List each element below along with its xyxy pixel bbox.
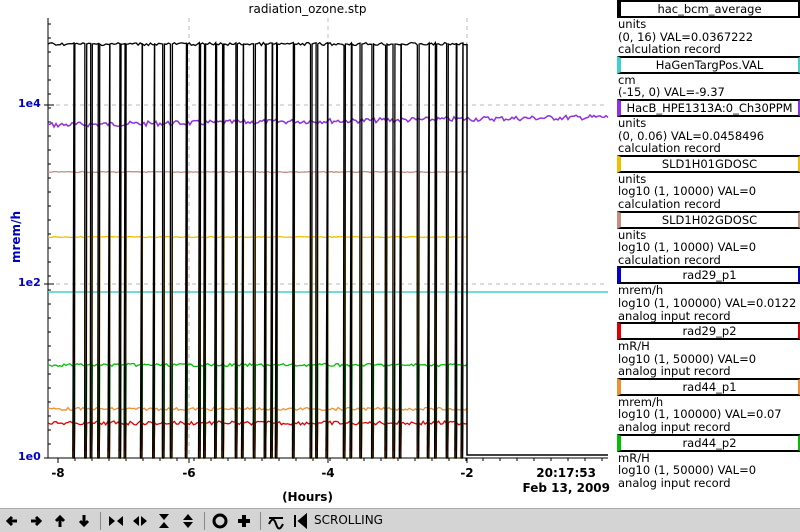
legend-trace-name[interactable]: rad44_p2 <box>617 433 800 452</box>
legend-entry[interactable]: hac_bcm_average units (0, 16) VAL=0.036722… <box>615 0 800 56</box>
x-tick-label: -6 <box>182 466 196 480</box>
plot-area[interactable]: radiation_ozone.stp mrem/h 1e4 1e2 1e0 -… <box>0 0 615 508</box>
legend-detail-line: analog input record <box>618 364 731 379</box>
legend-entry[interactable]: HacB_HPE1313A:0_Ch30PPM units (0, 0.06) VA… <box>615 98 800 156</box>
toolbar-separator <box>260 512 261 530</box>
trace-hac-bcm-average-tail <box>466 44 608 456</box>
zoom-in-x-icon[interactable] <box>107 512 125 530</box>
plot-title: radiation_ozone.stp <box>248 2 367 16</box>
arrow-right-icon[interactable] <box>27 512 45 530</box>
x-tick-label: -4 <box>321 466 335 480</box>
trace-rad29-p2 <box>47 419 468 451</box>
legend-trace-name[interactable]: rad29_p1 <box>617 266 800 285</box>
x-tick-label: -2 <box>460 466 474 480</box>
y-tick-label: 1e0 <box>18 450 41 463</box>
legend-trace-name[interactable]: hac_bcm_average <box>617 0 800 18</box>
legend-detail-line: log10 (1, 10000) VAL=0 <box>618 240 757 255</box>
trace-sld1h01gdosc <box>47 235 468 459</box>
legend-trace-name[interactable]: SLD1H01GDOSC <box>617 154 800 173</box>
toolbar: SCROLLING <box>0 508 800 532</box>
zoom-out-x-icon[interactable] <box>131 512 149 530</box>
y-axis-label: mrem/h <box>9 211 23 263</box>
auto-scale-icon[interactable] <box>211 512 229 530</box>
x-axis-label: (Hours) <box>282 490 333 504</box>
config-icon[interactable] <box>267 512 285 530</box>
trace-rad44-p2 <box>47 361 468 441</box>
legend-detail-line: mR/H <box>618 339 650 354</box>
trace-rad44-p1 <box>47 406 468 459</box>
legend-entry[interactable]: SLD1H01GDOSC units log10 (1, 10000) VAL=0 c… <box>615 154 800 211</box>
legend-detail-line: units <box>618 17 647 31</box>
x-tick-label: -8 <box>51 466 65 480</box>
legend-entry[interactable]: SLD1H02GDOSC units log10 (1, 10000) VAL=0 c… <box>615 210 800 267</box>
y-tick-label: 1e2 <box>18 276 41 289</box>
timestamp-time: 20:17:53 <box>536 466 596 480</box>
legend-entry[interactable]: HaGenTargPos.VAL cm (-15, 0) VAL=-9.37 <box>615 55 800 100</box>
legend-detail-line: (-15, 0) VAL=-9.37 <box>618 85 725 100</box>
crosshair-icon[interactable] <box>235 512 253 530</box>
legend-detail-line: calculation record <box>618 196 721 211</box>
legend-trace-name[interactable]: rad29_p2 <box>617 322 800 341</box>
legend-detail-line: analog input record <box>618 475 731 490</box>
legend-panel: hac_bcm_average units (0, 16) VAL=0.036722… <box>615 0 800 508</box>
toolbar-separator <box>100 512 101 530</box>
y-tick-label: 1e4 <box>18 97 41 110</box>
legend-detail-line: log10 (1, 100000) VAL=0.0122 <box>618 295 797 310</box>
toolbar-separator <box>204 512 205 530</box>
zoom-out-y-icon[interactable] <box>179 512 197 530</box>
legend-detail-line: calculation record <box>618 141 721 156</box>
zoom-in-y-icon[interactable] <box>155 512 173 530</box>
legend-detail-line: analog input record <box>618 420 731 435</box>
legend-detail-line: units <box>618 115 647 130</box>
legend-trace-name[interactable]: rad44_p1 <box>617 377 800 396</box>
legend-entry[interactable]: rad44_p1 mrem/h log10 (1, 100000) VAL=0.07… <box>615 377 800 435</box>
scroll-status-label: SCROLLING <box>314 513 383 527</box>
legend-entry[interactable]: rad29_p2 mR/H log10 (1, 50000) VAL=0 analog… <box>615 322 800 378</box>
scroll-mode-icon[interactable] <box>291 512 309 530</box>
legend-trace-name[interactable]: HacB_HPE1313A:0_Ch30PPM <box>617 98 800 117</box>
legend-detail-line: analog input record <box>618 308 731 323</box>
legend-detail-line: calculation record <box>618 42 721 57</box>
legend-detail-line: log10 (1, 50000) VAL=0 <box>618 463 757 478</box>
legend-trace-name[interactable]: SLD1H02GDOSC <box>617 210 800 229</box>
legend-entry[interactable]: rad29_p1 mrem/h log10 (1, 100000) VAL=0.01… <box>615 266 800 322</box>
arrow-down-icon[interactable] <box>75 512 93 530</box>
plot-canvas[interactable] <box>0 0 615 508</box>
legend-entry[interactable]: rad44_p2 mR/H log10 (1, 50000) VAL=0 analog… <box>615 433 800 490</box>
legend-detail-line: calculation record <box>618 252 721 267</box>
arrow-left-icon[interactable] <box>3 512 21 530</box>
arrow-up-icon[interactable] <box>51 512 69 530</box>
trace-sld1h02gdosc <box>47 170 468 459</box>
legend-trace-name[interactable]: HaGenTargPos.VAL <box>617 55 800 74</box>
